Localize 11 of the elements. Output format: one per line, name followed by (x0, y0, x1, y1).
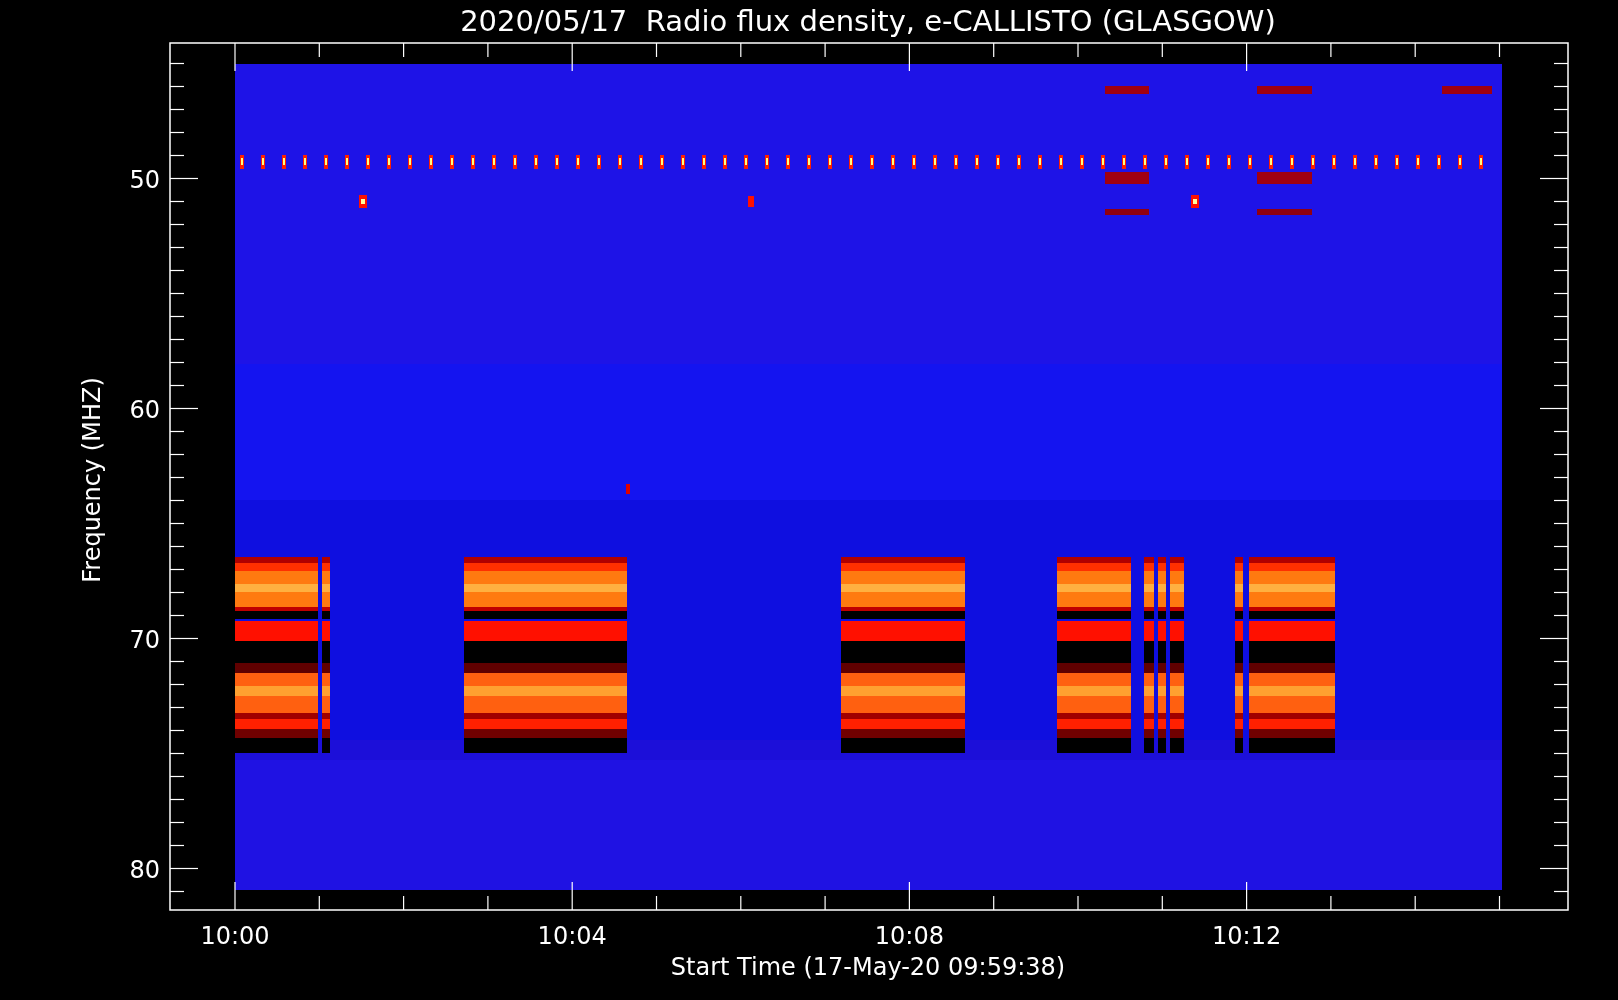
y-tick-label: 80 (129, 855, 160, 884)
chart-title: 2020/05/17 Radio flux density, e-CALLISTO (GLASGOW) (460, 4, 1276, 38)
x-tick-label: 10:12 (1212, 922, 1282, 950)
x-tick-label: 10:00 (200, 922, 270, 950)
x-tick-label: 10:04 (537, 922, 607, 950)
y-tick-label: 50 (129, 165, 160, 194)
y-axis-label: Frequency (MHZ) (78, 377, 106, 583)
y-tick-label: 70 (129, 625, 160, 654)
x-tick-label: 10:08 (874, 922, 944, 950)
x-axis-label: Start Time (17-May-20 09:59:38) (670, 953, 1066, 981)
y-tick-label: 60 (129, 395, 160, 424)
